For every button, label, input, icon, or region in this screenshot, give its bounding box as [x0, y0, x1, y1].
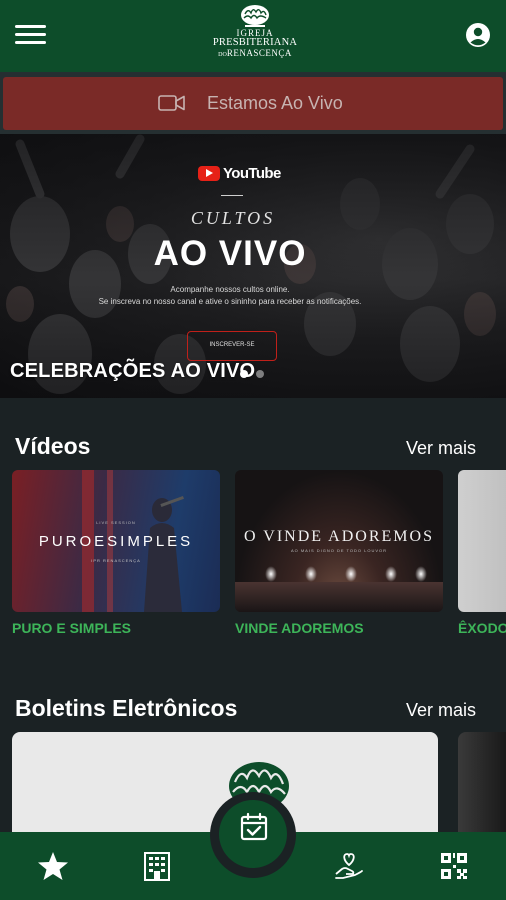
stage-light: [345, 566, 357, 582]
hero-subtitle-2: Se inscreva no nosso canal e ative o sin…: [98, 297, 362, 306]
video-camera-icon: [158, 95, 185, 111]
live-label: Estamos Ao Vivo: [207, 93, 343, 113]
video-card[interactable]: [458, 470, 506, 612]
youtube-icon: [198, 165, 220, 181]
hero-title: AO VIVO: [153, 234, 307, 273]
hero-divider: [221, 195, 243, 196]
videos-more-link[interactable]: Ver mais: [406, 438, 476, 459]
carousel-dots: [240, 370, 264, 378]
live-banner-area: Estamos Ao Vivo: [0, 72, 506, 134]
video-label[interactable]: PURO E SIMPLES: [12, 620, 131, 636]
stage-light: [415, 566, 427, 582]
video-thumb-small: IPR RENASCENÇA: [91, 558, 141, 563]
video-card[interactable]: LIVE SESSION PUROESIMPLES IPR RENASCENÇA: [12, 470, 220, 612]
qr-code-icon[interactable]: [438, 850, 470, 882]
youtube-label: YouTube: [223, 164, 281, 182]
youtube-brand: YouTube: [198, 164, 281, 182]
hero-carousel[interactable]: YouTube CULTOS AO VIVO Acompanhe nossos …: [0, 134, 506, 398]
videos-title: Vídeos: [15, 433, 91, 459]
logo-line3-text: RENASCENÇA: [226, 48, 292, 58]
star-icon[interactable]: [37, 850, 69, 882]
video-thumb-top: LIVE SESSION: [96, 520, 136, 525]
video-thumb-stage: [235, 582, 443, 612]
app-header: IGREJA PRESBITERIANA DORENASCENÇA: [0, 0, 506, 72]
video-thumb-small: AO MAIS DIGNO DE TODO LOUVOR: [290, 548, 388, 553]
hand-heart-icon[interactable]: [333, 850, 365, 882]
stage-light: [305, 566, 317, 582]
live-button[interactable]: Estamos Ao Vivo: [3, 77, 503, 130]
logo-line3: DORENASCENÇA: [205, 48, 305, 60]
logo-line3-prefix: DO: [218, 52, 227, 58]
bulletins-more-link[interactable]: Ver mais: [406, 700, 476, 721]
video-thumb-title: PUROESIMPLES: [38, 533, 194, 550]
menu-icon[interactable]: [15, 25, 46, 45]
stage-light: [385, 566, 397, 582]
stage-light: [265, 566, 277, 582]
calendar-check-icon: [240, 812, 268, 841]
building-icon[interactable]: [141, 850, 173, 882]
nav-center-button[interactable]: [219, 800, 287, 868]
logo-line2: PRESBITERIANA: [212, 37, 298, 48]
hero-caption: CELEBRAÇÕES AO VIVO: [10, 360, 256, 382]
hero-kicker: CULTOS: [190, 208, 276, 228]
subscribe-button[interactable]: INSCREVER-SE: [187, 331, 277, 361]
tree-logo-icon: [241, 5, 269, 27]
account-icon[interactable]: [465, 22, 491, 48]
video-thumb-title: O VINDE ADOREMOS: [244, 528, 434, 545]
carousel-dot[interactable]: [240, 370, 248, 378]
video-label[interactable]: ÊXODO: [458, 620, 506, 636]
church-logo: IGREJA PRESBITERIANA DORENASCENÇA: [205, 4, 305, 68]
hero-subtitle-1: Acompanhe nossos cultos online.: [170, 285, 290, 294]
video-card[interactable]: O VINDE ADOREMOS AO MAIS DIGNO DE TODO L…: [235, 470, 443, 612]
video-label[interactable]: VINDE ADOREMOS: [235, 620, 364, 636]
carousel-dot[interactable]: [256, 370, 264, 378]
bulletins-title: Boletins Eletrônicos: [15, 695, 238, 721]
